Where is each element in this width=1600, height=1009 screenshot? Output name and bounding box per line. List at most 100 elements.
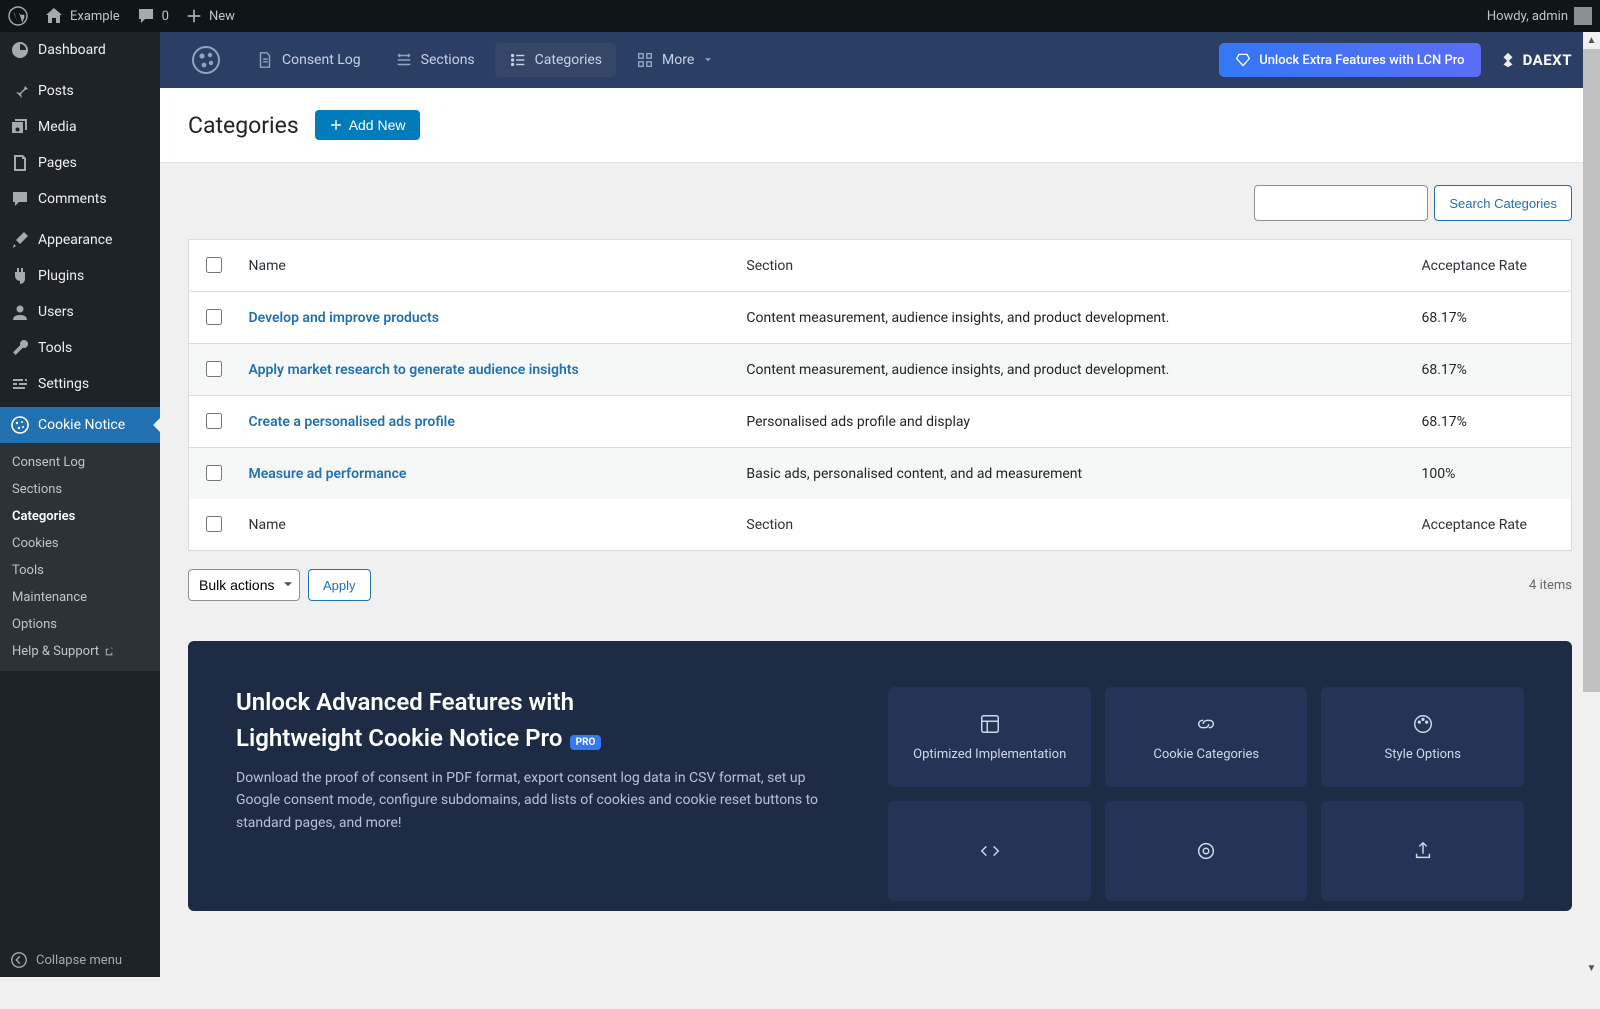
col-section[interactable]: Section [736, 240, 1411, 292]
row-checkbox[interactable] [206, 309, 222, 325]
plus-icon [329, 118, 343, 132]
col-name[interactable]: Name [239, 499, 737, 551]
brand-label: DAEXT [1523, 51, 1572, 69]
tile-categories[interactable]: Cookie Categories [1105, 687, 1308, 787]
layout-icon [979, 713, 1001, 735]
row-name-link[interactable]: Create a personalised ads profile [249, 414, 455, 430]
menu-label: Settings [38, 376, 89, 392]
submenu-categories[interactable]: Categories [0, 503, 160, 530]
nav-categories[interactable]: Categories [495, 43, 616, 77]
home-icon [44, 6, 64, 26]
promo-title-line1: Unlock Advanced Features with [236, 687, 828, 717]
select-all-checkbox-bottom[interactable] [206, 516, 222, 532]
new-link[interactable]: New [177, 0, 243, 32]
menu-users[interactable]: Users [0, 294, 160, 330]
plus-icon [185, 7, 203, 25]
scrollbar[interactable]: ▲ ▼ [1583, 32, 1600, 977]
unlock-pro-button[interactable]: Unlock Extra Features with LCN Pro [1219, 43, 1480, 77]
submenu-help[interactable]: Help & Support [0, 638, 160, 665]
collapse-menu[interactable]: Collapse menu [0, 943, 160, 977]
collapse-icon [10, 951, 28, 969]
wrench-icon [10, 338, 30, 358]
scroll-up-arrow[interactable]: ▲ [1583, 32, 1600, 49]
wp-logo[interactable] [0, 0, 36, 32]
tile-optimized[interactable]: Optimized Implementation [888, 687, 1091, 787]
nav-more[interactable]: More [622, 43, 728, 77]
promo-title-line2: Lightweight Cookie Notice Pro [236, 724, 562, 752]
menu-posts[interactable]: Posts [0, 73, 160, 109]
menu-pages[interactable]: Pages [0, 145, 160, 181]
menu-settings[interactable]: Settings [0, 366, 160, 402]
menu-media[interactable]: Media [0, 109, 160, 145]
submenu-consent-log[interactable]: Consent Log [0, 449, 160, 476]
row-name-link[interactable]: Apply market research to generate audien… [249, 362, 579, 378]
bulk-actions-select[interactable]: Bulk actions [188, 569, 300, 601]
menu-tools[interactable]: Tools [0, 330, 160, 366]
row-section: Basic ads, personalised content, and ad … [736, 448, 1411, 500]
row-checkbox[interactable] [206, 361, 222, 377]
menu-label: Users [38, 304, 74, 320]
sections-icon [395, 51, 413, 69]
file-icon [256, 51, 274, 69]
row-name-link[interactable]: Measure ad performance [249, 466, 407, 482]
table-row: Create a personalised ads profilePersona… [189, 396, 1572, 448]
submenu-maintenance[interactable]: Maintenance [0, 584, 160, 611]
menu-label: Tools [38, 340, 72, 356]
daext-icon [1499, 51, 1517, 69]
col-rate[interactable]: Acceptance Rate [1412, 240, 1572, 292]
row-checkbox[interactable] [206, 413, 222, 429]
tile-placeholder-1[interactable] [888, 801, 1091, 901]
chevron-down-icon [702, 54, 714, 66]
menu-label: Appearance [38, 232, 112, 248]
scroll-down-arrow[interactable]: ▼ [1583, 960, 1600, 977]
search-input[interactable] [1254, 185, 1428, 221]
page-head: Categories Add New [160, 88, 1600, 163]
new-label: New [209, 9, 235, 24]
menu-comments[interactable]: Comments [0, 181, 160, 217]
menu-dashboard[interactable]: Dashboard [0, 32, 160, 68]
tile-placeholder-2[interactable] [1105, 801, 1308, 901]
submenu-sections[interactable]: Sections [0, 476, 160, 503]
comment-icon [10, 189, 30, 209]
scroll-thumb[interactable] [1583, 49, 1600, 692]
menu-cookie-notice[interactable]: Cookie Notice [0, 407, 160, 443]
add-new-button[interactable]: Add New [315, 110, 420, 140]
submenu-options[interactable]: Options [0, 611, 160, 638]
submenu-cookies[interactable]: Cookies [0, 530, 160, 557]
tile-style[interactable]: Style Options [1321, 687, 1524, 787]
menu-label: Cookie Notice [38, 417, 125, 433]
diamond-icon [1235, 52, 1251, 68]
tile-placeholder-3[interactable] [1321, 801, 1524, 901]
select-all-checkbox[interactable] [206, 257, 222, 273]
collapse-label: Collapse menu [36, 953, 122, 968]
site-link[interactable]: Example [36, 0, 128, 32]
daext-brand[interactable]: DAEXT [1499, 51, 1572, 69]
search-button[interactable]: Search Categories [1434, 185, 1572, 221]
link-icon [1195, 713, 1217, 735]
comments-link[interactable]: 0 [128, 0, 177, 32]
row-name-link[interactable]: Develop and improve products [249, 310, 439, 326]
pro-badge: PRO [570, 735, 602, 750]
nav-consent-log[interactable]: Consent Log [242, 43, 375, 77]
plugin-brand-icon [188, 42, 224, 78]
submenu-tools[interactable]: Tools [0, 557, 160, 584]
apply-button[interactable]: Apply [308, 569, 371, 601]
menu-label: Posts [38, 83, 74, 99]
table-row: Apply market research to generate audien… [189, 344, 1572, 396]
col-section[interactable]: Section [736, 499, 1411, 551]
menu-label: Plugins [38, 268, 84, 284]
nav-sections[interactable]: Sections [381, 43, 489, 77]
row-checkbox[interactable] [206, 465, 222, 481]
cookie-icon [188, 42, 224, 78]
account-link[interactable]: Howdy, admin [1479, 0, 1600, 32]
menu-label: Dashboard [38, 42, 106, 58]
menu-appearance[interactable]: Appearance [0, 222, 160, 258]
col-rate[interactable]: Acceptance Rate [1412, 499, 1572, 551]
submenu-label: Help & Support [12, 644, 99, 659]
row-rate: 68.17% [1412, 344, 1572, 396]
search-row: Search Categories [188, 185, 1572, 221]
menu-plugins[interactable]: Plugins [0, 258, 160, 294]
comments-count: 0 [162, 9, 169, 24]
code-icon [979, 840, 1001, 862]
col-name[interactable]: Name [239, 240, 737, 292]
